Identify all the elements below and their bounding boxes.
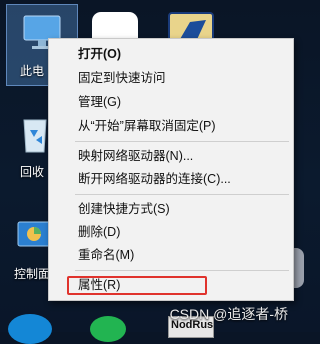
menu-item-disconnect-drive[interactable]: 断开网络驱动器的连接(C)...: [49, 168, 293, 190]
this-pc-label: 此电: [20, 64, 45, 78]
menu-item-pin-quick-access[interactable]: 固定到快速访问: [49, 67, 293, 89]
watermark-text: CSDN @追逐者-桥: [169, 306, 288, 322]
menu-separator: [75, 270, 289, 271]
menu-separator: [75, 194, 289, 195]
menu-item-open[interactable]: 打开(O): [49, 43, 293, 65]
menu-item-delete[interactable]: 删除(D): [49, 221, 293, 243]
bottom-app-icon-wechat[interactable]: [90, 316, 126, 342]
recycle-bin-label: 回收: [20, 165, 45, 179]
menu-separator: [75, 141, 289, 142]
properties-highlight-box: [67, 276, 207, 295]
menu-item-create-shortcut[interactable]: 创建快捷方式(S): [49, 198, 293, 220]
menu-item-map-drive[interactable]: 映射网络驱动器(N)...: [49, 145, 293, 167]
menu-item-rename[interactable]: 重命名(M): [49, 244, 293, 266]
menu-item-unpin-start[interactable]: 从“开始”屏幕取消固定(P): [49, 115, 293, 137]
menu-item-manage[interactable]: 管理(G): [49, 91, 293, 113]
context-menu: 打开(O) 固定到快速访问 管理(G) 从“开始”屏幕取消固定(P) 映射网络驱…: [48, 38, 294, 301]
bottom-app-icon-left[interactable]: [8, 314, 52, 344]
control-panel-label: 控制面: [14, 267, 51, 281]
control-panel-icon[interactable]: [14, 218, 52, 256]
